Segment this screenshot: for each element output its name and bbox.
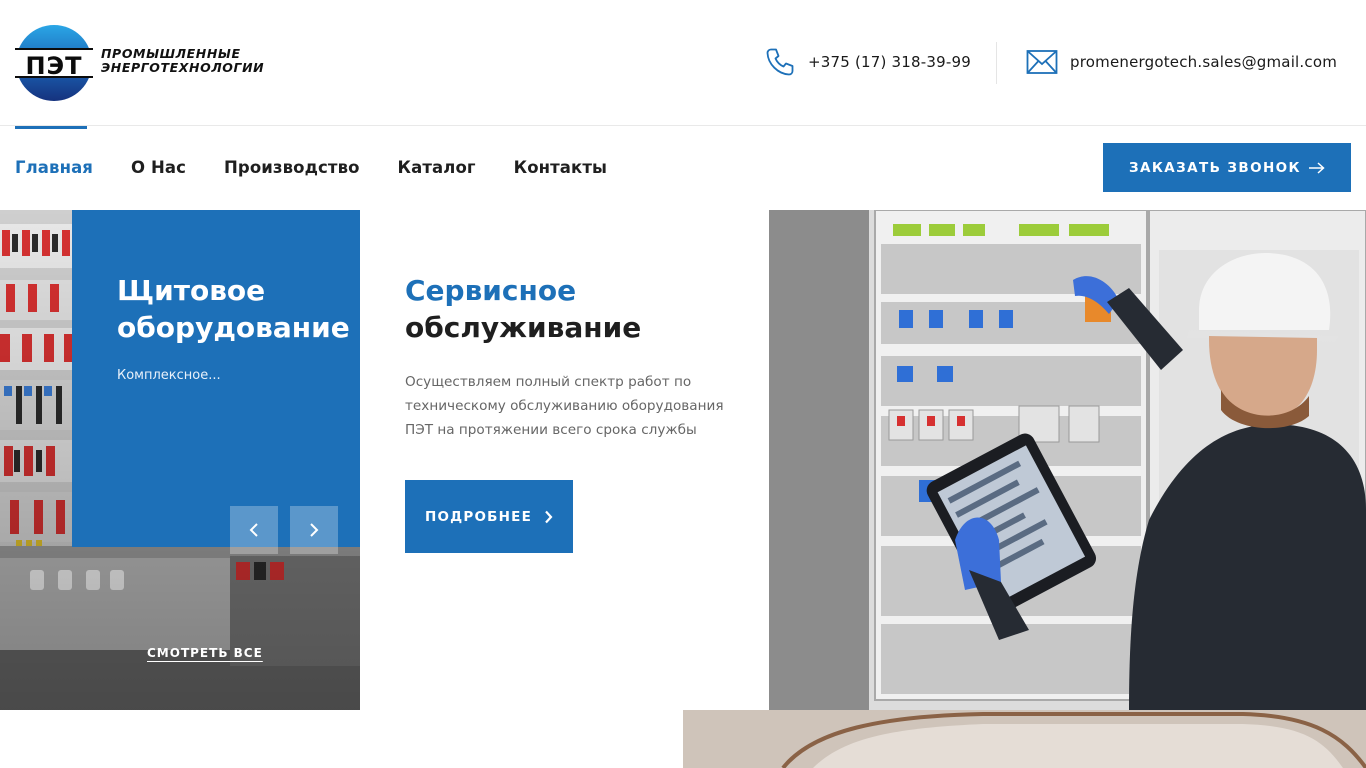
order-call-button[interactable]: ЗАКАЗАТЬ ЗВОНОК: [1103, 143, 1351, 192]
nav-item-home[interactable]: Главная: [15, 126, 93, 210]
slider-next-button[interactable]: [290, 506, 338, 554]
logo-letters: ПЭТ: [25, 52, 82, 80]
engineer-photo: [769, 210, 1366, 710]
engineer-illustration: [769, 210, 1366, 710]
phone-icon: [764, 46, 796, 78]
phone-number[interactable]: +375 (17) 318-39-99: [808, 53, 971, 71]
slider-prev-button[interactable]: [230, 506, 278, 554]
email-address[interactable]: promenergotech.sales@gmail.com: [1070, 53, 1337, 71]
logo-line-1: ПРОМЫШЛЕННЫЕ: [101, 46, 241, 61]
chevron-left-icon: [249, 523, 258, 537]
service-title-accent: Сервисное: [405, 274, 577, 307]
phone-contact[interactable]: +375 (17) 318-39-99: [764, 44, 971, 80]
service-block: Сервисное обслуживание Осуществляем полн…: [405, 272, 735, 442]
envelope-icon: [1026, 46, 1058, 78]
slider-card-title: Щитовое оборудование: [117, 274, 350, 344]
nav-item-catalog[interactable]: Каталог: [398, 126, 476, 210]
service-title-rest: обслуживание: [405, 311, 642, 344]
arrow-right-icon: [1308, 161, 1325, 174]
chevron-right-icon: [310, 523, 319, 537]
logo-wordmark: ПРОМЫШЛЕННЫЕ ЭНЕРГОТЕХНОЛОГИИ: [101, 47, 264, 75]
main-nav: Главная О Нас Производство Каталог Конта…: [15, 126, 645, 210]
slider-card: Щитовое оборудование Комплексное...: [72, 210, 360, 547]
see-all-link[interactable]: СМОТРЕТЬ ВСЕ: [147, 646, 263, 660]
header-divider: [996, 42, 997, 84]
site-header: ПЭТ ПРОМЫШЛЕННЫЕ ЭНЕРГОТЕХНОЛОГИИ +375 (…: [0, 0, 1366, 126]
site-logo[interactable]: ПЭТ ПРОМЫШЛЕННЫЕ ЭНЕРГОТЕХНОЛОГИИ: [15, 24, 315, 102]
logo-line-2: ЭНЕРГОТЕХНОЛОГИИ: [101, 60, 265, 75]
more-button-label: ПОДРОБНЕЕ: [424, 508, 532, 525]
service-title: Сервисное обслуживание: [405, 272, 735, 346]
slider-card-text: Комплексное...: [117, 368, 221, 383]
order-call-label: ЗАКАЗАТЬ ЗВОНОК: [1129, 159, 1301, 176]
bottom-photo: [683, 710, 1366, 768]
logo-emblem: ПЭТ: [15, 25, 93, 101]
bottom-photo-illustration: [683, 710, 1366, 768]
nav-item-production[interactable]: Производство: [224, 126, 360, 210]
email-contact[interactable]: promenergotech.sales@gmail.com: [1026, 44, 1337, 80]
nav-item-contacts[interactable]: Контакты: [514, 126, 607, 210]
chevron-right-icon: [544, 510, 553, 524]
service-description: Осуществляем полный спектр работ по техн…: [405, 374, 724, 438]
more-button[interactable]: ПОДРОБНЕЕ: [405, 480, 573, 553]
nav-item-about[interactable]: О Нас: [131, 126, 186, 210]
